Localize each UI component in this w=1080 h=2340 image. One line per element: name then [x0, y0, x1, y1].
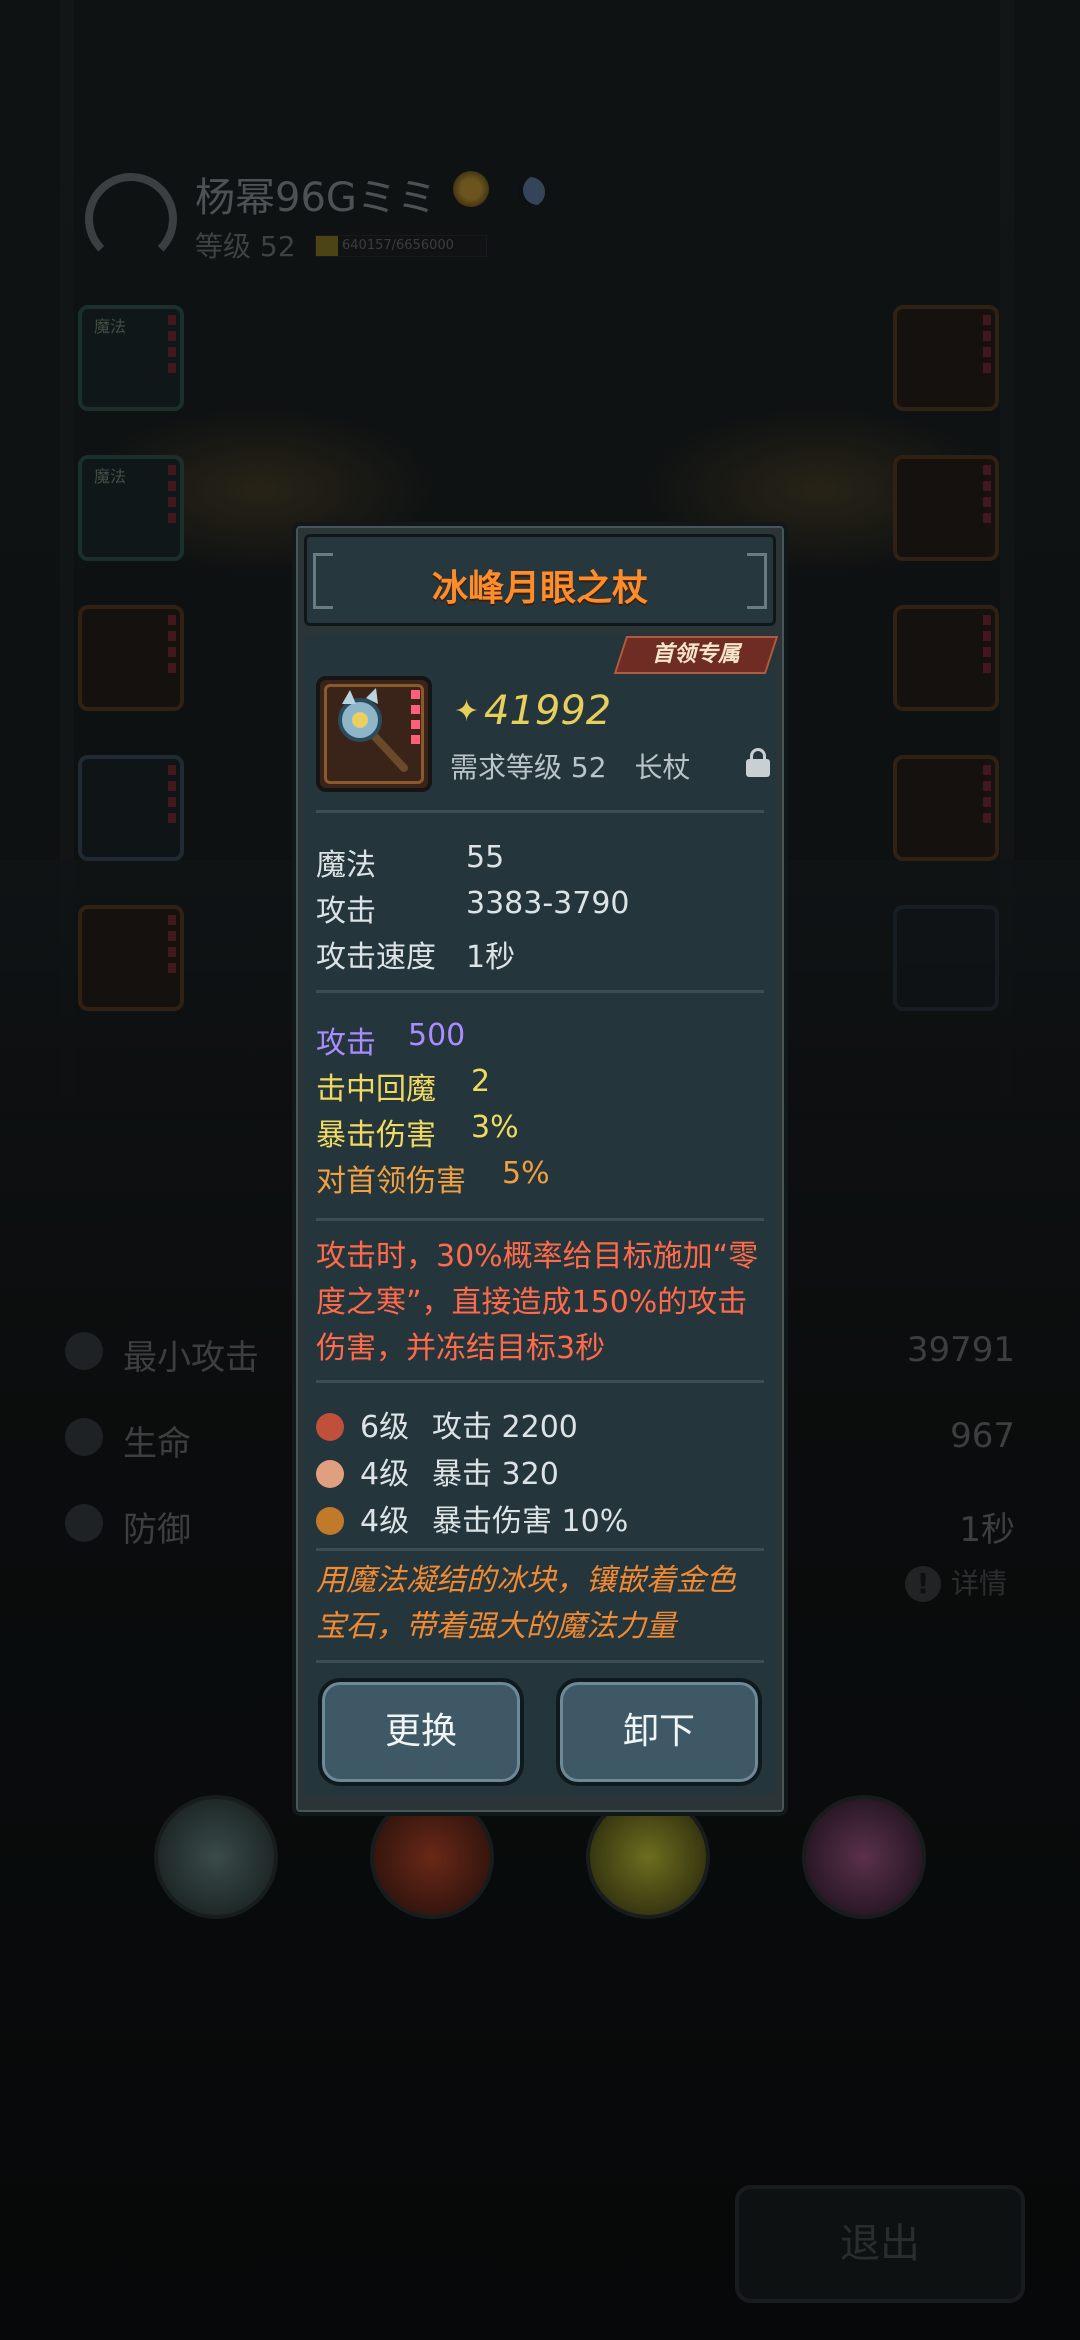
divider [316, 990, 764, 993]
item-detail-modal: 冰峰月眼之杖 首领专属 ✦ 41992 需求等级 52 长杖 魔法 55 攻击 338… [292, 522, 788, 1816]
combat-power: 41992 [484, 688, 612, 734]
base-stat-magic: 魔法 55 [316, 840, 505, 883]
divider [316, 1380, 764, 1383]
base-stat-attack: 攻击 3383-3790 [316, 886, 630, 929]
special-effect: 攻击时，30%概率给目标施加“零度之寒”，直接造成150%的攻击伤害，并冻结目标… [316, 1239, 759, 1366]
divider [316, 1548, 764, 1551]
required-level: 需求等级 52 [450, 751, 607, 784]
item-type: 长杖 [634, 751, 691, 784]
divider [316, 1660, 764, 1663]
item-name: 冰峰月眼之杖 [431, 568, 648, 609]
lock-icon[interactable] [744, 748, 772, 777]
replace-button[interactable]: 更换 [318, 1678, 524, 1786]
modal-header: 冰峰月眼之杖 [304, 534, 776, 626]
requirement-line: 需求等级 52 长杖 [450, 746, 691, 786]
gem-line: 6级 攻击 2200 [316, 1402, 578, 1446]
flavor-text: 用魔法凝结的冰块，镶嵌着金色宝石，带着强大的魔法力量 [316, 1563, 736, 1644]
divider [316, 1218, 764, 1221]
boss-exclusive-badge: 首领专属 [613, 636, 779, 674]
gem-icon [316, 1507, 344, 1535]
bonus-stat-boss-damage: 对首领伤害 5% [316, 1156, 550, 1199]
gem-line: 4级 暴击 320 [316, 1449, 559, 1493]
gem-icon [316, 1413, 344, 1441]
divider [316, 810, 764, 813]
bonus-stat-mana-on-hit: 击中回魔 2 [316, 1064, 491, 1107]
power-icon: ✦ [454, 694, 480, 729]
bonus-stat-crit-damage: 暴击伤害 3% [316, 1110, 519, 1153]
gem-icon [316, 1460, 344, 1488]
bonus-stat-attack: 攻击 500 [316, 1018, 466, 1061]
modal-body: 首领专属 ✦ 41992 需求等级 52 长杖 魔法 55 攻击 3383-3790 [304, 634, 779, 1794]
base-stat-attack-speed: 攻击速度 1秒 [316, 940, 516, 975]
gem-line: 4级 暴击伤害 10% [316, 1496, 628, 1540]
staff-icon [316, 676, 432, 792]
unequip-button[interactable]: 卸下 [556, 1678, 762, 1786]
